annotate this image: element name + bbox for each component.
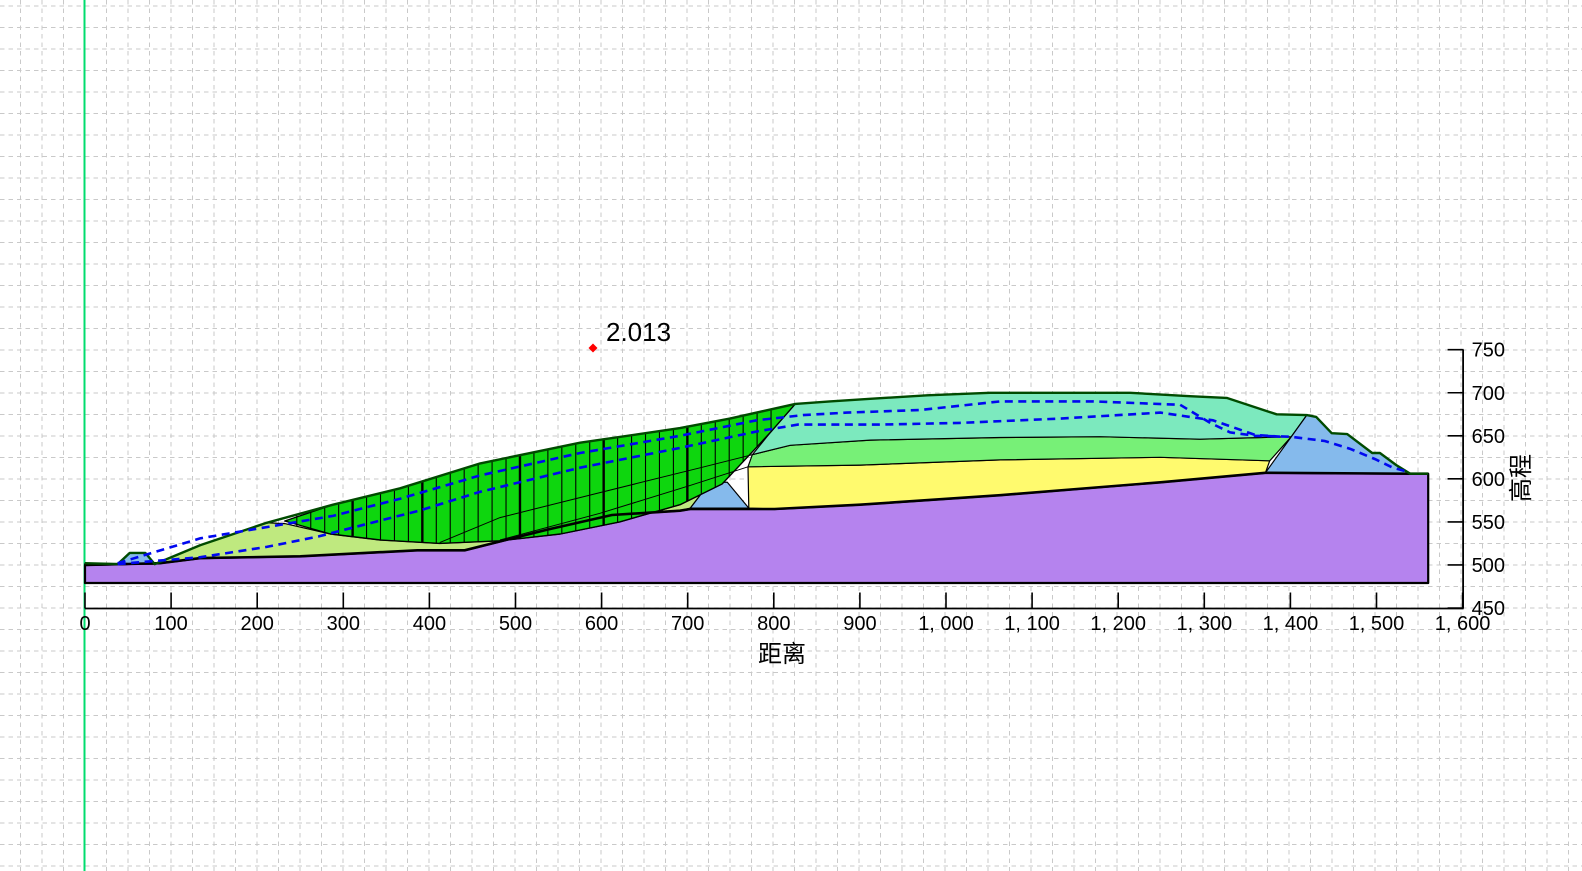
- x-tick-label: 600: [585, 613, 618, 635]
- y-tick-label: 550: [1472, 512, 1505, 534]
- y-tick-label: 600: [1472, 469, 1505, 491]
- x-tick-label: 400: [413, 613, 446, 635]
- y-axis-title: 高程: [1508, 454, 1535, 502]
- x-tick-label: 1, 100: [1004, 613, 1060, 635]
- x-tick-label: 0: [79, 613, 90, 635]
- x-tick-label: 1, 200: [1090, 613, 1146, 635]
- x-tick-label: 1, 500: [1349, 613, 1405, 635]
- drawing-canvas[interactable]: 0 100 200 300 400 500 600 700 800 900 1, 000 1, 100…: [0, 0, 1582, 871]
- fos-marker-icon: [588, 343, 598, 353]
- x-tick-label: 500: [499, 613, 532, 635]
- x-axis-title: 距离: [758, 641, 806, 668]
- x-tick-label: 1, 400: [1263, 613, 1319, 635]
- x-tick-label: 200: [241, 613, 274, 635]
- y-tick-label: 500: [1472, 555, 1505, 577]
- app-root: 0 100 200 300 400 500 600 700 800 900 1, 000 1, 100…: [0, 0, 1582, 871]
- x-tick-label: 900: [843, 613, 876, 635]
- x-tick-label: 300: [327, 613, 360, 635]
- x-tick-label: 700: [671, 613, 704, 635]
- x-tick-label: 800: [757, 613, 790, 635]
- fos-value-label: 2.013: [606, 317, 671, 347]
- y-tick-label: 700: [1472, 383, 1505, 405]
- x-tick-label: 1, 000: [918, 613, 974, 635]
- y-tick-label: 750: [1472, 340, 1505, 362]
- y-tick-label: 450: [1472, 598, 1505, 620]
- y-tick-label: 650: [1472, 426, 1505, 448]
- x-tick-label: 1, 300: [1176, 613, 1232, 635]
- x-tick-label: 100: [154, 613, 187, 635]
